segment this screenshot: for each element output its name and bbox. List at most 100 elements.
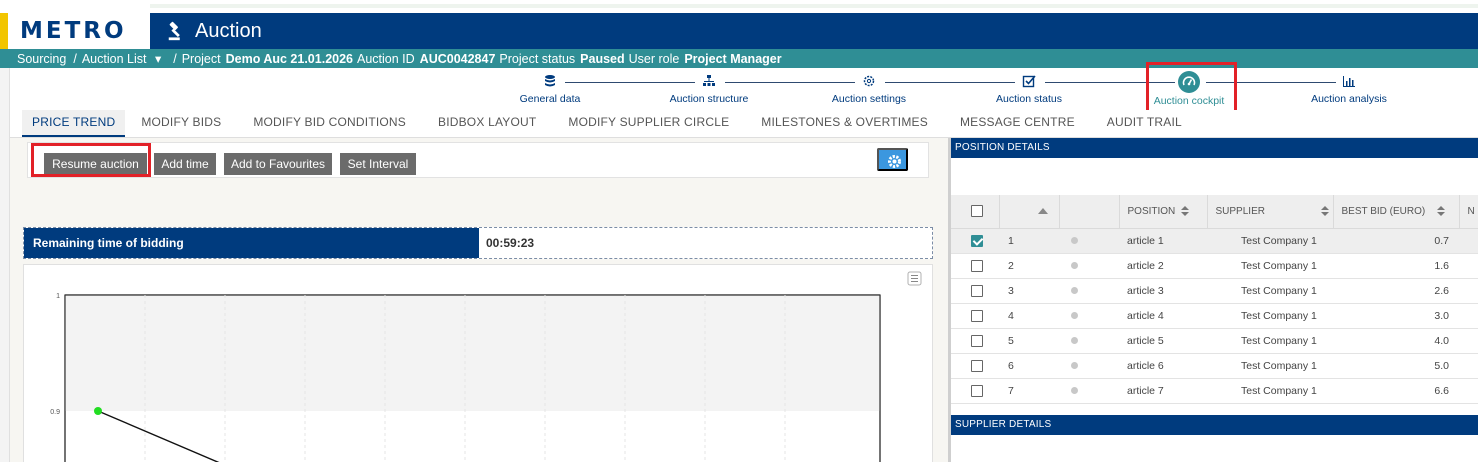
step-auction-structure[interactable]: Auction structure <box>639 68 779 105</box>
row-position: article 6 <box>1119 353 1207 379</box>
position-rows: 1 article 1 Test Company 1 0.7 2 article 2 Tes… <box>951 228 1478 404</box>
action-toolbar: Resume auction Add time Add to Favourite… <box>27 142 929 178</box>
tab-audit-trail[interactable]: AUDIT TRAIL <box>1091 110 1198 137</box>
row-checkbox[interactable] <box>971 334 983 347</box>
status-dot-icon <box>1071 361 1078 369</box>
database-icon <box>537 68 563 94</box>
table-row[interactable]: 4 article 4 Test Company 1 3.0 <box>951 303 1478 329</box>
row-checkbox[interactable] <box>971 384 983 397</box>
row-checkbox[interactable] <box>971 234 983 247</box>
table-header-row: POSITION SUPPLIER BEST BID (EURO) N <box>951 195 1478 229</box>
row-n <box>1459 353 1478 379</box>
data-point[interactable] <box>94 407 102 415</box>
tab-price-trend[interactable]: PRICE TREND <box>22 110 126 137</box>
add-time-button[interactable]: Add time <box>154 153 216 175</box>
row-checkbox[interactable] <box>971 359 983 372</box>
position-details-table: POSITION SUPPLIER BEST BID (EURO) N 1 art… <box>951 195 1478 407</box>
breadcrumb-auction-list[interactable]: Auction List ▾ <box>82 51 166 66</box>
sort-column-header[interactable] <box>999 195 1060 229</box>
row-status-cell <box>1059 228 1119 254</box>
chart-svg: 10.9 <box>50 271 922 462</box>
step-auction-status[interactable]: Auction status <box>959 68 1099 105</box>
breadcrumb-separator: / <box>173 51 177 66</box>
details-panel: POSITION DETAILS POSITION SUPPLIER BEST … <box>948 138 1478 462</box>
row-number: 5 <box>999 328 1059 354</box>
tab-modify-bid-conditions[interactable]: MODIFY BID CONDITIONS <box>237 110 422 137</box>
row-select-cell <box>951 328 999 354</box>
highlight-resume-auction <box>31 143 151 177</box>
supplier-column-header[interactable]: SUPPLIER <box>1207 195 1334 229</box>
step-label: General data <box>519 93 581 105</box>
check-square-icon <box>1016 68 1042 94</box>
add-to-favourites-button[interactable]: Add to Favourites <box>224 153 332 175</box>
table-row[interactable]: 1 article 1 Test Company 1 0.7 <box>951 228 1478 254</box>
tab-modify-bids[interactable]: MODIFY BIDS <box>125 110 237 137</box>
auction-id-label: Auction ID <box>357 51 415 66</box>
tab-message-centre[interactable]: MESSAGE CENTRE <box>944 110 1091 137</box>
row-best-bid: 2.6 <box>1333 278 1459 304</box>
row-checkbox[interactable] <box>971 309 983 322</box>
row-checkbox[interactable] <box>971 259 983 272</box>
bar-chart-icon <box>1336 68 1362 94</box>
dashboard-icon <box>1178 71 1200 93</box>
table-row[interactable]: 3 article 3 Test Company 1 2.6 <box>951 278 1478 304</box>
remaining-time-bar: Remaining time of bidding 00:59:23 <box>23 227 933 259</box>
settings-gear-button[interactable] <box>877 148 908 171</box>
position-column-header[interactable]: POSITION <box>1119 195 1208 229</box>
sort-icon <box>1320 206 1329 217</box>
n-column-header[interactable]: N <box>1459 195 1478 229</box>
select-all-checkbox[interactable] <box>971 205 983 218</box>
row-position: article 3 <box>1119 278 1207 304</box>
tab-bidbox-layout[interactable]: BIDBOX LAYOUT <box>422 110 552 137</box>
row-supplier: Test Company 1 <box>1207 328 1333 354</box>
gear-icon <box>888 155 901 168</box>
row-number: 6 <box>999 353 1059 379</box>
column-label: BEST BID (EURO) <box>1341 205 1426 217</box>
table-row[interactable]: 7 article 7 Test Company 1 6.6 <box>951 378 1478 404</box>
left-gutter <box>0 68 10 462</box>
user-role-value: Project Manager <box>684 51 782 66</box>
table-row[interactable]: 6 article 6 Test Company 1 5.0 <box>951 353 1478 379</box>
table-row[interactable]: 2 article 2 Test Company 1 1.6 <box>951 253 1478 279</box>
app-title: Auction <box>166 13 262 49</box>
remaining-time-value: 00:59:23 <box>486 236 535 250</box>
table-row[interactable]: 5 article 5 Test Company 1 4.0 <box>951 328 1478 354</box>
row-position: article 1 <box>1119 228 1207 254</box>
row-supplier: Test Company 1 <box>1207 303 1333 329</box>
sitemap-icon <box>696 68 722 94</box>
row-checkbox[interactable] <box>971 284 983 297</box>
status-dot-icon <box>1071 336 1078 344</box>
logo-text: METRO <box>20 18 127 44</box>
row-supplier: Test Company 1 <box>1207 253 1333 279</box>
row-number: 7 <box>999 378 1059 404</box>
row-position: article 7 <box>1119 378 1207 404</box>
row-number: 2 <box>999 253 1059 279</box>
row-position: article 5 <box>1119 328 1207 354</box>
row-n <box>1459 303 1478 329</box>
step-auction-settings[interactable]: Auction settings <box>799 68 939 105</box>
user-role-label: User role <box>628 51 680 66</box>
project-label: Project <box>181 51 221 66</box>
breadcrumb-sourcing[interactable]: Sourcing <box>17 52 66 66</box>
chart-menu-icon[interactable] <box>907 271 922 286</box>
step-general-data[interactable]: General data <box>480 68 620 105</box>
row-best-bid: 0.7 <box>1333 228 1459 254</box>
set-interval-button[interactable]: Set Interval <box>340 153 416 175</box>
tab-milestones-overtimes[interactable]: MILESTONES & OVERTIMES <box>745 110 944 137</box>
row-select-cell <box>951 353 999 379</box>
tab-modify-supplier-circle[interactable]: MODIFY SUPPLIER CIRCLE <box>552 110 745 137</box>
row-select-cell <box>951 303 999 329</box>
row-best-bid: 3.0 <box>1333 303 1459 329</box>
row-n <box>1459 278 1478 304</box>
column-label: SUPPLIER <box>1215 205 1265 217</box>
metro-logo[interactable]: METRO <box>8 13 150 49</box>
row-select-cell <box>951 378 999 404</box>
row-best-bid: 4.0 <box>1333 328 1459 354</box>
status-dot-icon <box>1071 286 1078 294</box>
project-status-label: Project status <box>499 51 576 66</box>
step-auction-analysis[interactable]: Auction analysis <box>1279 68 1419 105</box>
best-bid-column-header[interactable]: BEST BID (EURO) <box>1333 195 1460 229</box>
row-supplier: Test Company 1 <box>1207 228 1333 254</box>
plot-band <box>65 295 880 411</box>
sort-icon <box>1181 206 1190 217</box>
